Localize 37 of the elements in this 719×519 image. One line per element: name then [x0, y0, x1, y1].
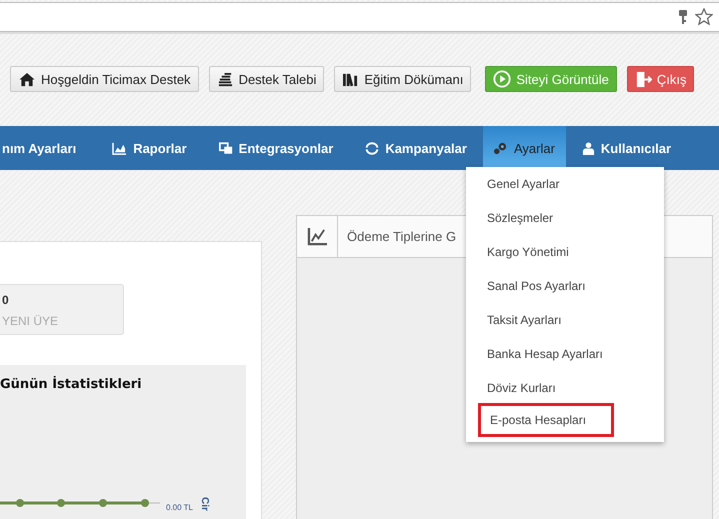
toolbar-button[interactable]: Hoşgeldin Ticimax Destek [10, 66, 199, 92]
menu-item[interactable]: Sözleşmeler [466, 201, 664, 235]
gears-icon [492, 142, 508, 154]
menu-item[interactable]: E-posta Hesapları [478, 403, 614, 437]
toolbar-button[interactable]: Eğitim Dökümanı [334, 66, 472, 92]
stat-label: YENI ÜYE [2, 314, 60, 328]
nav-tab[interactable]: Entegrasyonlar [202, 126, 350, 170]
axis-label: Cir [198, 497, 210, 511]
chart-title: Günün İstatistikleri [0, 377, 143, 392]
nav-tab[interactable]: Ayarlar [482, 126, 566, 170]
chart-value-label: 0.00 TL [166, 503, 193, 512]
toolbar-button[interactable]: Destek Talebi [208, 66, 324, 92]
star-icon[interactable] [695, 8, 713, 26]
stat-value: 0 [2, 293, 10, 307]
books-icon [342, 72, 360, 86]
menu-item[interactable]: Genel Ayarlar [466, 167, 664, 201]
line-chart-icon [306, 227, 328, 246]
nav-tab[interactable]: nım Ayarları [0, 126, 92, 170]
stack-icon [216, 72, 234, 86]
menu-item[interactable]: Banka Hesap Ayarları [466, 337, 664, 371]
menu-item[interactable]: Kargo Yönetimi [466, 235, 664, 269]
play-circle-icon [493, 70, 512, 88]
nav-tab[interactable]: Kampanyalar [349, 126, 483, 170]
panel-title: Ödeme Tiplerine G [346, 229, 456, 244]
menu-item[interactable]: Taksit Ayarları [466, 303, 664, 337]
cycle-icon [365, 142, 380, 154]
exit-door-icon [634, 70, 652, 88]
house-icon [18, 72, 36, 86]
menu-item[interactable]: Sanal Pos Ayarları [466, 269, 664, 303]
nav-tab[interactable]: Raporlar [92, 126, 203, 170]
key-icon[interactable] [678, 9, 688, 25]
toolbar-button[interactable]: Çıkış [626, 66, 694, 92]
layers-icon [218, 142, 233, 154]
menu-item[interactable]: Döviz Kurları [466, 371, 664, 405]
user-icon [582, 142, 595, 154]
nav-tab[interactable]: Kullanıcılar [566, 126, 687, 170]
chart-icon [112, 142, 128, 154]
